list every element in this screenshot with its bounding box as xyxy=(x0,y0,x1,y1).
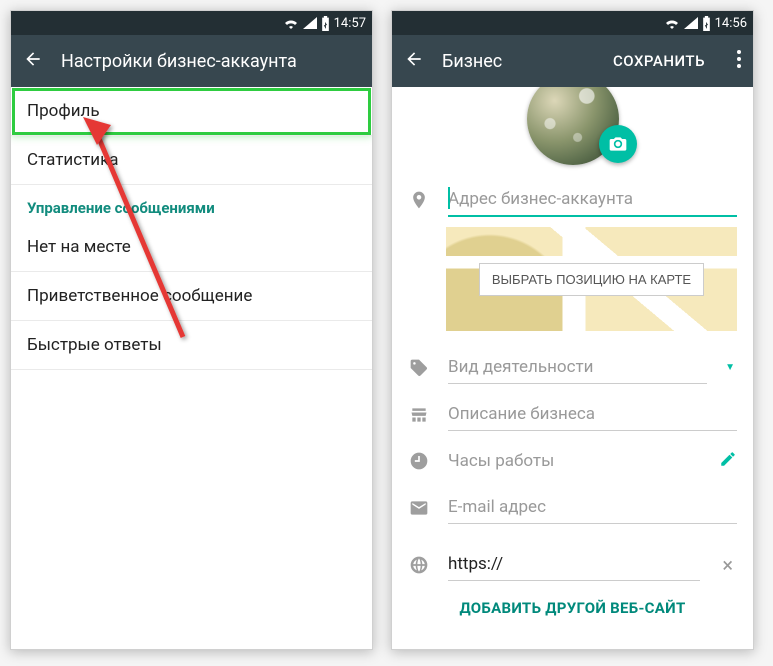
add-website-button[interactable]: ДОБАВИТЬ ДРУГОЙ ВЕБ-САЙТ xyxy=(392,585,753,631)
clear-website-button[interactable]: × xyxy=(718,553,737,577)
appbar-title: Бизнес xyxy=(442,51,595,72)
edit-hours-button[interactable] xyxy=(719,450,737,472)
battery-icon xyxy=(702,16,711,31)
address-row: Адрес бизнес-аккаунта xyxy=(392,173,753,221)
profile-header xyxy=(392,87,753,151)
tag-icon xyxy=(408,358,430,378)
hours-input[interactable]: Часы работы xyxy=(448,445,701,477)
description-row: Описание бизнеса xyxy=(392,388,753,435)
item-profile[interactable]: Профиль xyxy=(11,87,372,136)
settings-list: Профиль Статистика Управление сообщениям… xyxy=(11,87,372,649)
back-button[interactable] xyxy=(404,49,424,73)
website-row: https:// × xyxy=(392,538,753,585)
appbar: Настройки бизнес-аккаунта xyxy=(11,35,372,87)
change-photo-button[interactable] xyxy=(599,125,637,163)
website-input[interactable]: https:// xyxy=(448,548,700,581)
email-icon xyxy=(408,498,430,518)
overflow-menu-button[interactable] xyxy=(737,50,741,72)
appbar: Бизнес СОХРАНИТЬ xyxy=(392,35,753,87)
globe-icon xyxy=(408,555,430,575)
profile-form: Адрес бизнес-аккаунта ВЫБРАТЬ ПОЗИЦИЮ НА… xyxy=(392,87,753,649)
item-statistics[interactable]: Статистика xyxy=(11,136,372,185)
signal-icon xyxy=(303,17,317,29)
clock: 14:56 xyxy=(715,16,747,31)
clock: 14:57 xyxy=(334,16,366,31)
map-preview[interactable]: ВЫБРАТЬ ПОЗИЦИЮ НА КАРТЕ xyxy=(446,227,737,331)
battery-icon xyxy=(321,16,330,31)
section-messaging: Управление сообщениями xyxy=(11,185,372,223)
description-input[interactable]: Описание бизнеса xyxy=(448,398,737,431)
statusbar: 14:57 xyxy=(11,11,372,35)
wifi-icon xyxy=(664,17,680,29)
hours-row: Часы работы xyxy=(392,435,753,481)
wifi-icon xyxy=(283,17,299,29)
dropdown-caret-icon: ▼ xyxy=(725,362,737,373)
location-icon xyxy=(408,190,430,210)
email-input[interactable]: E-mail адрес xyxy=(448,491,737,524)
set-map-position-button[interactable]: ВЫБРАТЬ ПОЗИЦИЮ НА КАРТЕ xyxy=(479,263,704,296)
item-away[interactable]: Нет на месте xyxy=(11,223,372,272)
appbar-title: Настройки бизнес-аккаунта xyxy=(61,51,360,72)
category-row: Вид деятельности ▼ xyxy=(392,341,753,388)
address-input[interactable]: Адрес бизнес-аккаунта xyxy=(448,183,737,217)
email-row: E-mail адрес xyxy=(392,481,753,528)
statusbar: 14:56 xyxy=(392,11,753,35)
clock-icon xyxy=(408,451,430,471)
category-input[interactable]: Вид деятельности xyxy=(448,351,707,384)
store-icon xyxy=(408,405,430,425)
item-quick-replies[interactable]: Быстрые ответы xyxy=(11,321,372,370)
signal-icon xyxy=(684,17,698,29)
phone-right: 14:56 Бизнес СОХРАНИТЬ Адрес бизнес-акка… xyxy=(391,10,754,650)
item-greeting[interactable]: Приветственное сообщение xyxy=(11,272,372,321)
phone-left: 14:57 Настройки бизнес-аккаунта Профиль … xyxy=(10,10,373,650)
save-button[interactable]: СОХРАНИТЬ xyxy=(613,52,705,70)
back-button[interactable] xyxy=(23,49,43,73)
